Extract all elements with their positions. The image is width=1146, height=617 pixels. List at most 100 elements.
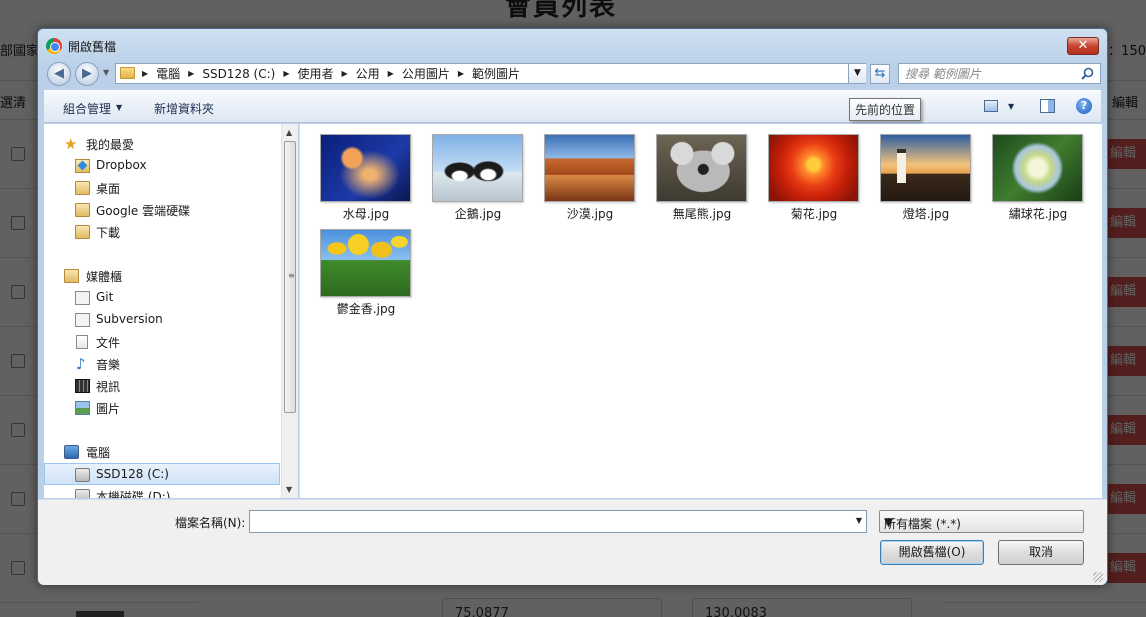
- nav-item-label: SSD128 (C:): [96, 467, 169, 481]
- nav-item-label: 視訊: [96, 380, 121, 394]
- organize-menu-button[interactable]: 組合管理: [63, 100, 111, 117]
- scroll-down-icon[interactable]: ▼: [286, 485, 292, 494]
- navigation-scrollbar[interactable]: ▲ ≡ ▼: [281, 124, 298, 498]
- change-view-icon[interactable]: [984, 100, 998, 112]
- file-item[interactable]: 繡球花.jpg: [983, 125, 1083, 221]
- scroll-up-icon[interactable]: ▲: [286, 128, 292, 137]
- search-box[interactable]: [898, 63, 1101, 84]
- edit-button[interactable]: 編輯: [1106, 346, 1146, 376]
- file-name: 燈塔.jpg: [902, 207, 950, 221]
- back-button[interactable]: ◀: [47, 62, 71, 86]
- row-checkbox[interactable]: [11, 561, 25, 575]
- edit-button[interactable]: 編輯: [1106, 139, 1146, 169]
- chevron-down-icon[interactable]: ▼: [1008, 102, 1014, 111]
- breadcrumb-separator-icon[interactable]: ▶: [388, 69, 394, 78]
- nav-item-drive-d[interactable]: 本機磁碟 (D:): [44, 485, 280, 498]
- image-thumbnail: [320, 134, 411, 202]
- nav-item-label: 媒體櫃: [86, 270, 123, 284]
- edit-button[interactable]: 編輯: [1106, 553, 1146, 583]
- file-item[interactable]: 無尾熊.jpg: [647, 125, 747, 221]
- scrollbar-thumb[interactable]: ≡: [284, 141, 296, 413]
- file-item[interactable]: 沙漠.jpg: [535, 125, 635, 221]
- edit-button[interactable]: 編輯: [1106, 208, 1146, 238]
- nav-item-desktop[interactable]: 桌面: [44, 177, 280, 199]
- nav-item-music[interactable]: ♪ 音樂: [44, 353, 280, 375]
- breadcrumb-item[interactable]: 使用者: [297, 65, 333, 82]
- nav-item-libraries[interactable]: 媒體櫃: [44, 265, 280, 287]
- row-checkbox[interactable]: [11, 147, 25, 161]
- row-checkbox[interactable]: [11, 216, 25, 230]
- breadcrumb-item[interactable]: 公用: [356, 65, 380, 82]
- file-item[interactable]: 水母.jpg: [311, 125, 411, 221]
- dialog-title-bar[interactable]: 開啟舊檔 ✕: [38, 29, 1107, 61]
- close-button[interactable]: ✕: [1067, 37, 1099, 55]
- filename-input[interactable]: [253, 513, 843, 530]
- nav-item-google-drive[interactable]: Google 雲端硬碟: [44, 199, 280, 221]
- row-checkbox[interactable]: [11, 285, 25, 299]
- preview-pane-icon[interactable]: [1040, 99, 1055, 113]
- resize-grip-icon[interactable]: [1093, 572, 1103, 582]
- nav-item-pictures[interactable]: 圖片: [44, 397, 280, 419]
- file-type-select[interactable]: 所有檔案 (*.*) ▼: [879, 510, 1084, 533]
- nav-item-subversion[interactable]: Subversion: [44, 309, 280, 331]
- computer-icon: [64, 445, 79, 459]
- nav-item-favorites[interactable]: ★ 我的最愛: [44, 133, 280, 155]
- breadcrumb-item[interactable]: 電腦: [156, 65, 180, 82]
- nav-item-drive-c[interactable]: SSD128 (C:): [44, 463, 280, 485]
- nav-item-git[interactable]: Git: [44, 287, 280, 309]
- breadcrumb-separator-icon[interactable]: ▶: [188, 69, 194, 78]
- file-item[interactable]: 鬱金香.jpg: [311, 220, 411, 316]
- forward-button[interactable]: ▶: [75, 62, 99, 86]
- image-thumbnail: [768, 134, 859, 202]
- filename-combobox[interactable]: ▼: [249, 510, 867, 533]
- address-dropdown-button[interactable]: ▼: [848, 64, 866, 83]
- edit-button[interactable]: 編輯: [1106, 277, 1146, 307]
- edit-button[interactable]: 編輯: [1106, 415, 1146, 445]
- search-icon[interactable]: [1081, 67, 1094, 80]
- nav-item-videos[interactable]: 視訊: [44, 375, 280, 397]
- search-input[interactable]: [905, 66, 1075, 82]
- latitude-field[interactable]: 75.0877: [442, 598, 662, 617]
- edit-button[interactable]: 編輯: [1106, 484, 1146, 514]
- breadcrumb-item[interactable]: 範例圖片: [472, 65, 520, 82]
- breadcrumb-item[interactable]: 公用圖片: [402, 65, 450, 82]
- chevron-down-icon[interactable]: ▼: [856, 516, 862, 525]
- longitude-field[interactable]: 130.0083: [692, 598, 912, 617]
- page-title: 會員列表: [505, 0, 618, 22]
- cancel-button[interactable]: 取消: [998, 540, 1084, 565]
- breadcrumb-separator-icon[interactable]: ▶: [142, 69, 148, 78]
- nav-item-dropbox[interactable]: Dropbox: [44, 155, 280, 177]
- file-item[interactable]: 企鵝.jpg: [423, 125, 523, 221]
- music-note-icon: ♪: [76, 355, 86, 373]
- breadcrumb-item[interactable]: SSD128 (C:): [202, 67, 275, 81]
- nav-item-downloads[interactable]: 下載: [44, 221, 280, 243]
- refresh-button[interactable]: ⇆: [870, 64, 890, 84]
- row-checkbox[interactable]: [11, 492, 25, 506]
- open-file-dialog: 開啟舊檔 ✕ ◀ ▶ ▼ ▶ 電腦 ▶ SSD128 (C:) ▶ 使用者 ▶ …: [37, 28, 1108, 585]
- help-icon[interactable]: ?: [1076, 98, 1092, 114]
- file-name: 鬱金香.jpg: [336, 302, 396, 316]
- breadcrumb-separator-icon[interactable]: ▶: [283, 69, 289, 78]
- row-checkbox[interactable]: [11, 423, 25, 437]
- address-bar[interactable]: ▶ 電腦 ▶ SSD128 (C:) ▶ 使用者 ▶ 公用 ▶ 公用圖片 ▶ 範…: [115, 63, 866, 84]
- nav-item-documents[interactable]: 文件: [44, 331, 280, 353]
- subversion-library-icon: [75, 313, 90, 327]
- nav-item-computer[interactable]: 電腦: [44, 441, 280, 463]
- breadcrumb-separator-icon[interactable]: ▶: [341, 69, 347, 78]
- file-item[interactable]: 燈塔.jpg: [871, 125, 971, 221]
- nav-item-label: 文件: [96, 336, 121, 350]
- row-checkbox[interactable]: [11, 354, 25, 368]
- file-name: 沙漠.jpg: [566, 207, 614, 221]
- file-list-pane: 水母.jpg 企鵝.jpg 沙漠.jpg 無尾熊.jpg 菊花.jpg 燈塔.j…: [299, 124, 1102, 498]
- tooltip: 先前的位置: [849, 98, 922, 121]
- file-item[interactable]: 菊花.jpg: [759, 125, 859, 221]
- star-icon: ★: [64, 135, 78, 153]
- chevron-down-icon[interactable]: ▼: [116, 103, 122, 112]
- dialog-footer: 檔案名稱(N): ▼ 所有檔案 (*.*) ▼ 開啟舊檔(O) 取消: [38, 499, 1107, 585]
- breadcrumb-separator-icon[interactable]: ▶: [458, 69, 464, 78]
- chevron-down-icon: ▼: [884, 515, 894, 529]
- recent-locations-dropdown[interactable]: ▼: [103, 68, 109, 77]
- open-button[interactable]: 開啟舊檔(O): [880, 540, 984, 565]
- new-folder-button[interactable]: 新增資料夾: [154, 100, 214, 117]
- drive-icon: [75, 468, 90, 482]
